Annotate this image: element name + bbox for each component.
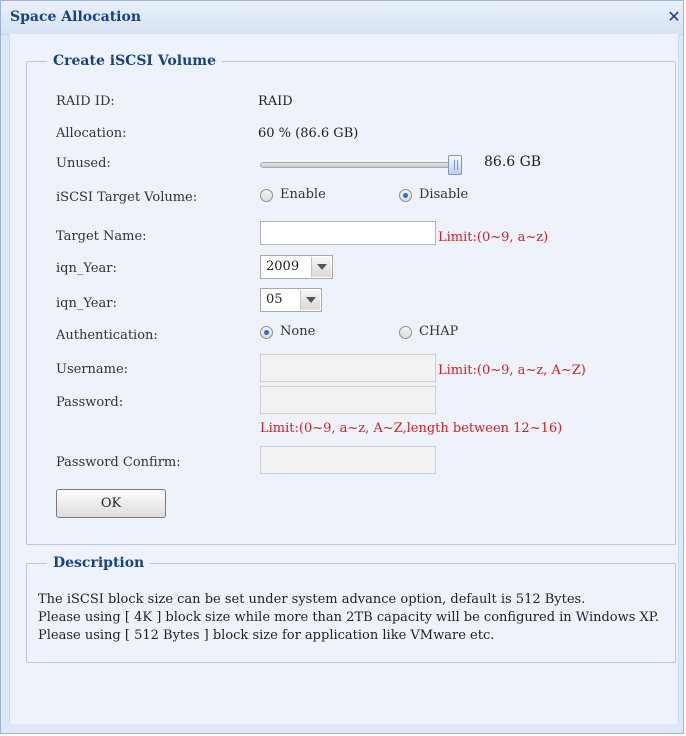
raid-id-value: RAID xyxy=(258,94,293,109)
create-section-legend: Create iSCSI Volume xyxy=(53,53,216,69)
target-volume-enable-label: Enable xyxy=(280,187,326,202)
username-limit: Limit:(0~9, a~z, A~Z) xyxy=(438,363,586,378)
password-confirm-label: Password Confirm: xyxy=(56,455,181,470)
description-line-2: Please using [ 4K ] block size while mor… xyxy=(38,610,660,625)
password-limit: Limit:(0~9, a~z, A~Z,length between 12~1… xyxy=(260,421,563,436)
iqn-month-select[interactable]: 05 xyxy=(260,288,322,312)
raid-id-label: RAID ID: xyxy=(56,94,115,109)
chevron-down-icon[interactable] xyxy=(300,290,320,310)
dialog-body: Create iSCSI Volume RAID ID: RAID Alloca… xyxy=(9,34,679,724)
password-input[interactable] xyxy=(260,386,436,414)
target-volume-label: iSCSI Target Volume: xyxy=(56,190,198,205)
target-volume-disable-label: Disable xyxy=(419,187,469,202)
username-input[interactable] xyxy=(260,354,436,382)
space-allocation-dialog: Space Allocation ✕ Create iSCSI Volume R… xyxy=(0,0,684,734)
auth-chap-label: CHAP xyxy=(419,324,459,339)
unused-slider-handle[interactable] xyxy=(448,155,462,175)
target-name-limit: Limit:(0~9, a~z) xyxy=(438,230,549,245)
target-volume-enable-radio[interactable] xyxy=(260,189,273,202)
iqn-month-label: iqn_Year: xyxy=(56,296,117,311)
unused-value: 86.6 GB xyxy=(484,154,542,170)
auth-none-label: None xyxy=(280,324,316,339)
iqn-year-select[interactable]: 2009 xyxy=(260,255,333,279)
ok-button[interactable]: OK xyxy=(56,489,166,518)
chevron-down-icon[interactable] xyxy=(311,257,331,277)
authentication-label: Authentication: xyxy=(56,328,158,343)
allocation-value: 60 % (86.6 GB) xyxy=(258,126,359,141)
dialog-title: Space Allocation xyxy=(10,9,142,25)
target-volume-disable-radio[interactable] xyxy=(399,189,412,202)
description-line-1: The iSCSI block size can be set under sy… xyxy=(38,592,586,607)
description-section: Description xyxy=(26,555,676,663)
allocation-label: Allocation: xyxy=(56,126,127,141)
description-legend: Description xyxy=(53,555,145,571)
auth-none-radio[interactable] xyxy=(260,326,273,339)
password-confirm-input[interactable] xyxy=(260,446,436,474)
iqn-year-value: 2009 xyxy=(266,259,300,274)
target-name-label: Target Name: xyxy=(56,229,147,244)
iqn-month-value: 05 xyxy=(266,292,283,307)
iqn-year-label: iqn_Year: xyxy=(56,261,117,276)
dialog-titlebar: Space Allocation ✕ xyxy=(1,1,683,35)
close-icon[interactable]: ✕ xyxy=(665,8,683,26)
target-name-input[interactable] xyxy=(260,221,436,245)
username-label: Username: xyxy=(56,362,129,377)
unused-slider-track[interactable] xyxy=(260,162,460,168)
description-line-3: Please using [ 512 Bytes ] block size fo… xyxy=(38,628,495,643)
auth-chap-radio[interactable] xyxy=(399,326,412,339)
unused-label: Unused: xyxy=(56,156,111,171)
password-label: Password: xyxy=(56,395,124,410)
